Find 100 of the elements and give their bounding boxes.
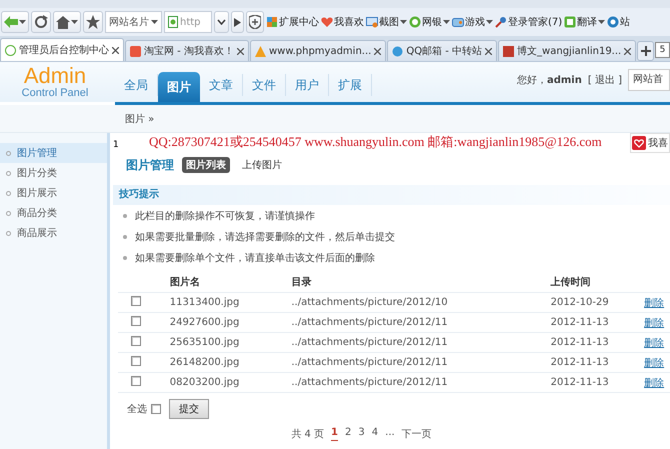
heart-icon	[321, 16, 333, 28]
site-card-dropdown[interactable]: 网站名片	[105, 11, 162, 33]
site-field[interactable]: 网站首	[628, 69, 670, 91]
caret-icon[interactable]	[19, 20, 26, 24]
column-header: 上传时间	[550, 277, 591, 288]
table-cell: ../attachments/picture/2012/10	[291, 297, 448, 308]
page-total: 共 4 页	[291, 428, 324, 441]
caret-icon[interactable]	[598, 20, 606, 24]
close-icon[interactable]	[624, 48, 632, 54]
like-button[interactable]: 我喜	[630, 133, 670, 153]
toolbar-item[interactable]: 站	[607, 15, 630, 29]
page-icon	[168, 16, 178, 28]
table-cell: 25635100.jpg	[170, 337, 240, 348]
logout-link[interactable]: [ 退出 ]	[588, 73, 622, 87]
bullet-icon	[123, 256, 127, 260]
line-number: 1	[113, 140, 119, 150]
browser-tab[interactable]: www.phpmyadmin...	[250, 40, 386, 61]
delete-link[interactable]: 删除	[644, 318, 664, 328]
nav-tab[interactable]: 图片	[158, 72, 200, 102]
toolbar-item[interactable]: 翻译	[564, 15, 606, 29]
sidebar-item[interactable]: 图片展示	[0, 183, 107, 203]
ellipsis: ...	[385, 427, 395, 440]
cube-icon	[266, 16, 278, 28]
sub-tab[interactable]: 图片列表	[182, 157, 230, 173]
checkbox[interactable]	[131, 316, 141, 326]
toolbar-item[interactable]: 网银	[409, 15, 450, 29]
close-icon[interactable]	[112, 46, 119, 54]
table-cell: ../attachments/picture/2012/11	[291, 337, 448, 348]
refresh-button[interactable]	[31, 11, 51, 33]
sidebar-item[interactable]: 图片管理	[0, 143, 107, 163]
favicon-icon	[254, 46, 266, 56]
toolbar-item[interactable]: 游戏	[452, 15, 493, 29]
heart-icon	[632, 136, 646, 150]
address-dropdown-button[interactable]	[214, 11, 229, 33]
browser-tab[interactable]: QQ邮箱 - 中转站	[387, 40, 498, 61]
nav-tab[interactable]: 文章	[200, 74, 243, 96]
close-icon[interactable]	[374, 48, 382, 54]
checkbox[interactable]	[131, 356, 141, 366]
favorite-button[interactable]	[83, 11, 103, 33]
delete-link[interactable]: 删除	[644, 338, 664, 348]
table-cell: 2012-11-13	[550, 357, 609, 368]
nav-tab[interactable]: 用户	[286, 74, 329, 96]
caret-icon[interactable]	[71, 20, 78, 24]
gamepad-icon	[452, 16, 464, 28]
contact-text: QQ:287307421或254540457 www.shuangyulin.com 邮箱:wangjianlin1985@126.com	[149, 133, 602, 151]
toolbar-item[interactable]: 扩展中心	[266, 15, 319, 29]
page-link[interactable]: 4	[372, 427, 378, 441]
bullet-icon	[6, 210, 11, 216]
sub-tab[interactable]: 上传图片	[238, 157, 286, 173]
checkbox[interactable]	[151, 404, 161, 414]
go-button[interactable]	[231, 11, 244, 33]
sidebar-item[interactable]: 图片分类	[0, 163, 107, 183]
tab-count[interactable]: 5	[654, 42, 670, 58]
table-cell: 26148200.jpg	[170, 357, 240, 368]
home-button[interactable]	[53, 11, 81, 33]
caret-icon[interactable]	[400, 20, 407, 24]
sidebar-item[interactable]: 商品分类	[0, 203, 107, 223]
caret-icon[interactable]	[443, 20, 450, 24]
bullet-icon	[6, 230, 11, 236]
delete-link[interactable]: 删除	[644, 358, 664, 368]
browser-tab[interactable]: 博文_wangjianlin19...	[498, 40, 636, 61]
shield-button[interactable]	[246, 11, 264, 33]
new-tab-button[interactable]	[637, 41, 654, 61]
play-icon	[234, 18, 241, 26]
bullet-icon	[6, 170, 11, 176]
delete-link[interactable]: 删除	[644, 378, 664, 388]
nav-tab[interactable]: 文件	[243, 74, 286, 96]
table-cell: 2012-10-29	[550, 297, 609, 308]
caret-icon[interactable]	[486, 20, 493, 24]
toolbar-item[interactable]: 截图	[366, 15, 407, 29]
page-link[interactable]: 3	[358, 427, 365, 441]
close-icon[interactable]	[485, 48, 492, 54]
tips-header: 技巧提示	[113, 185, 670, 205]
checkbox[interactable]	[131, 296, 141, 306]
breadcrumb[interactable]: 图片 »	[125, 112, 154, 126]
checkbox[interactable]	[131, 376, 141, 386]
table-cell: 2012-11-13	[550, 317, 609, 328]
table-cell: ../attachments/picture/2012/11	[291, 317, 448, 328]
close-icon[interactable]	[236, 48, 244, 54]
next-page-link[interactable]: 下一页	[402, 427, 432, 441]
page-link[interactable]: 1	[331, 427, 338, 441]
column-header: 目录	[291, 277, 312, 288]
browser-tab[interactable]: 管理员后台控制中心	[0, 38, 124, 61]
toolbar-item[interactable]: 我喜欢	[321, 15, 364, 29]
toolbar-item[interactable]: 登录管家(7)	[495, 15, 562, 29]
back-arrow-icon	[4, 16, 18, 28]
back-button[interactable]	[1, 11, 29, 33]
logo-subtitle: Control Panel	[22, 88, 88, 99]
page-link[interactable]: 2	[345, 427, 352, 441]
delete-link[interactable]: 删除	[644, 298, 664, 308]
table-cell: 2012-11-13	[550, 377, 609, 388]
sidebar-item[interactable]: 商品展示	[0, 223, 107, 243]
coin-icon	[409, 16, 421, 28]
select-all-label: 全选	[127, 402, 147, 416]
bullet-icon	[123, 234, 127, 238]
submit-button[interactable]: 提交	[169, 399, 209, 419]
caret-icon[interactable]	[151, 20, 158, 24]
checkbox[interactable]	[131, 336, 141, 346]
nav-tab[interactable]: 扩展	[329, 74, 372, 96]
browser-tab[interactable]: 淘宝网 - 淘我喜欢！	[125, 40, 249, 61]
